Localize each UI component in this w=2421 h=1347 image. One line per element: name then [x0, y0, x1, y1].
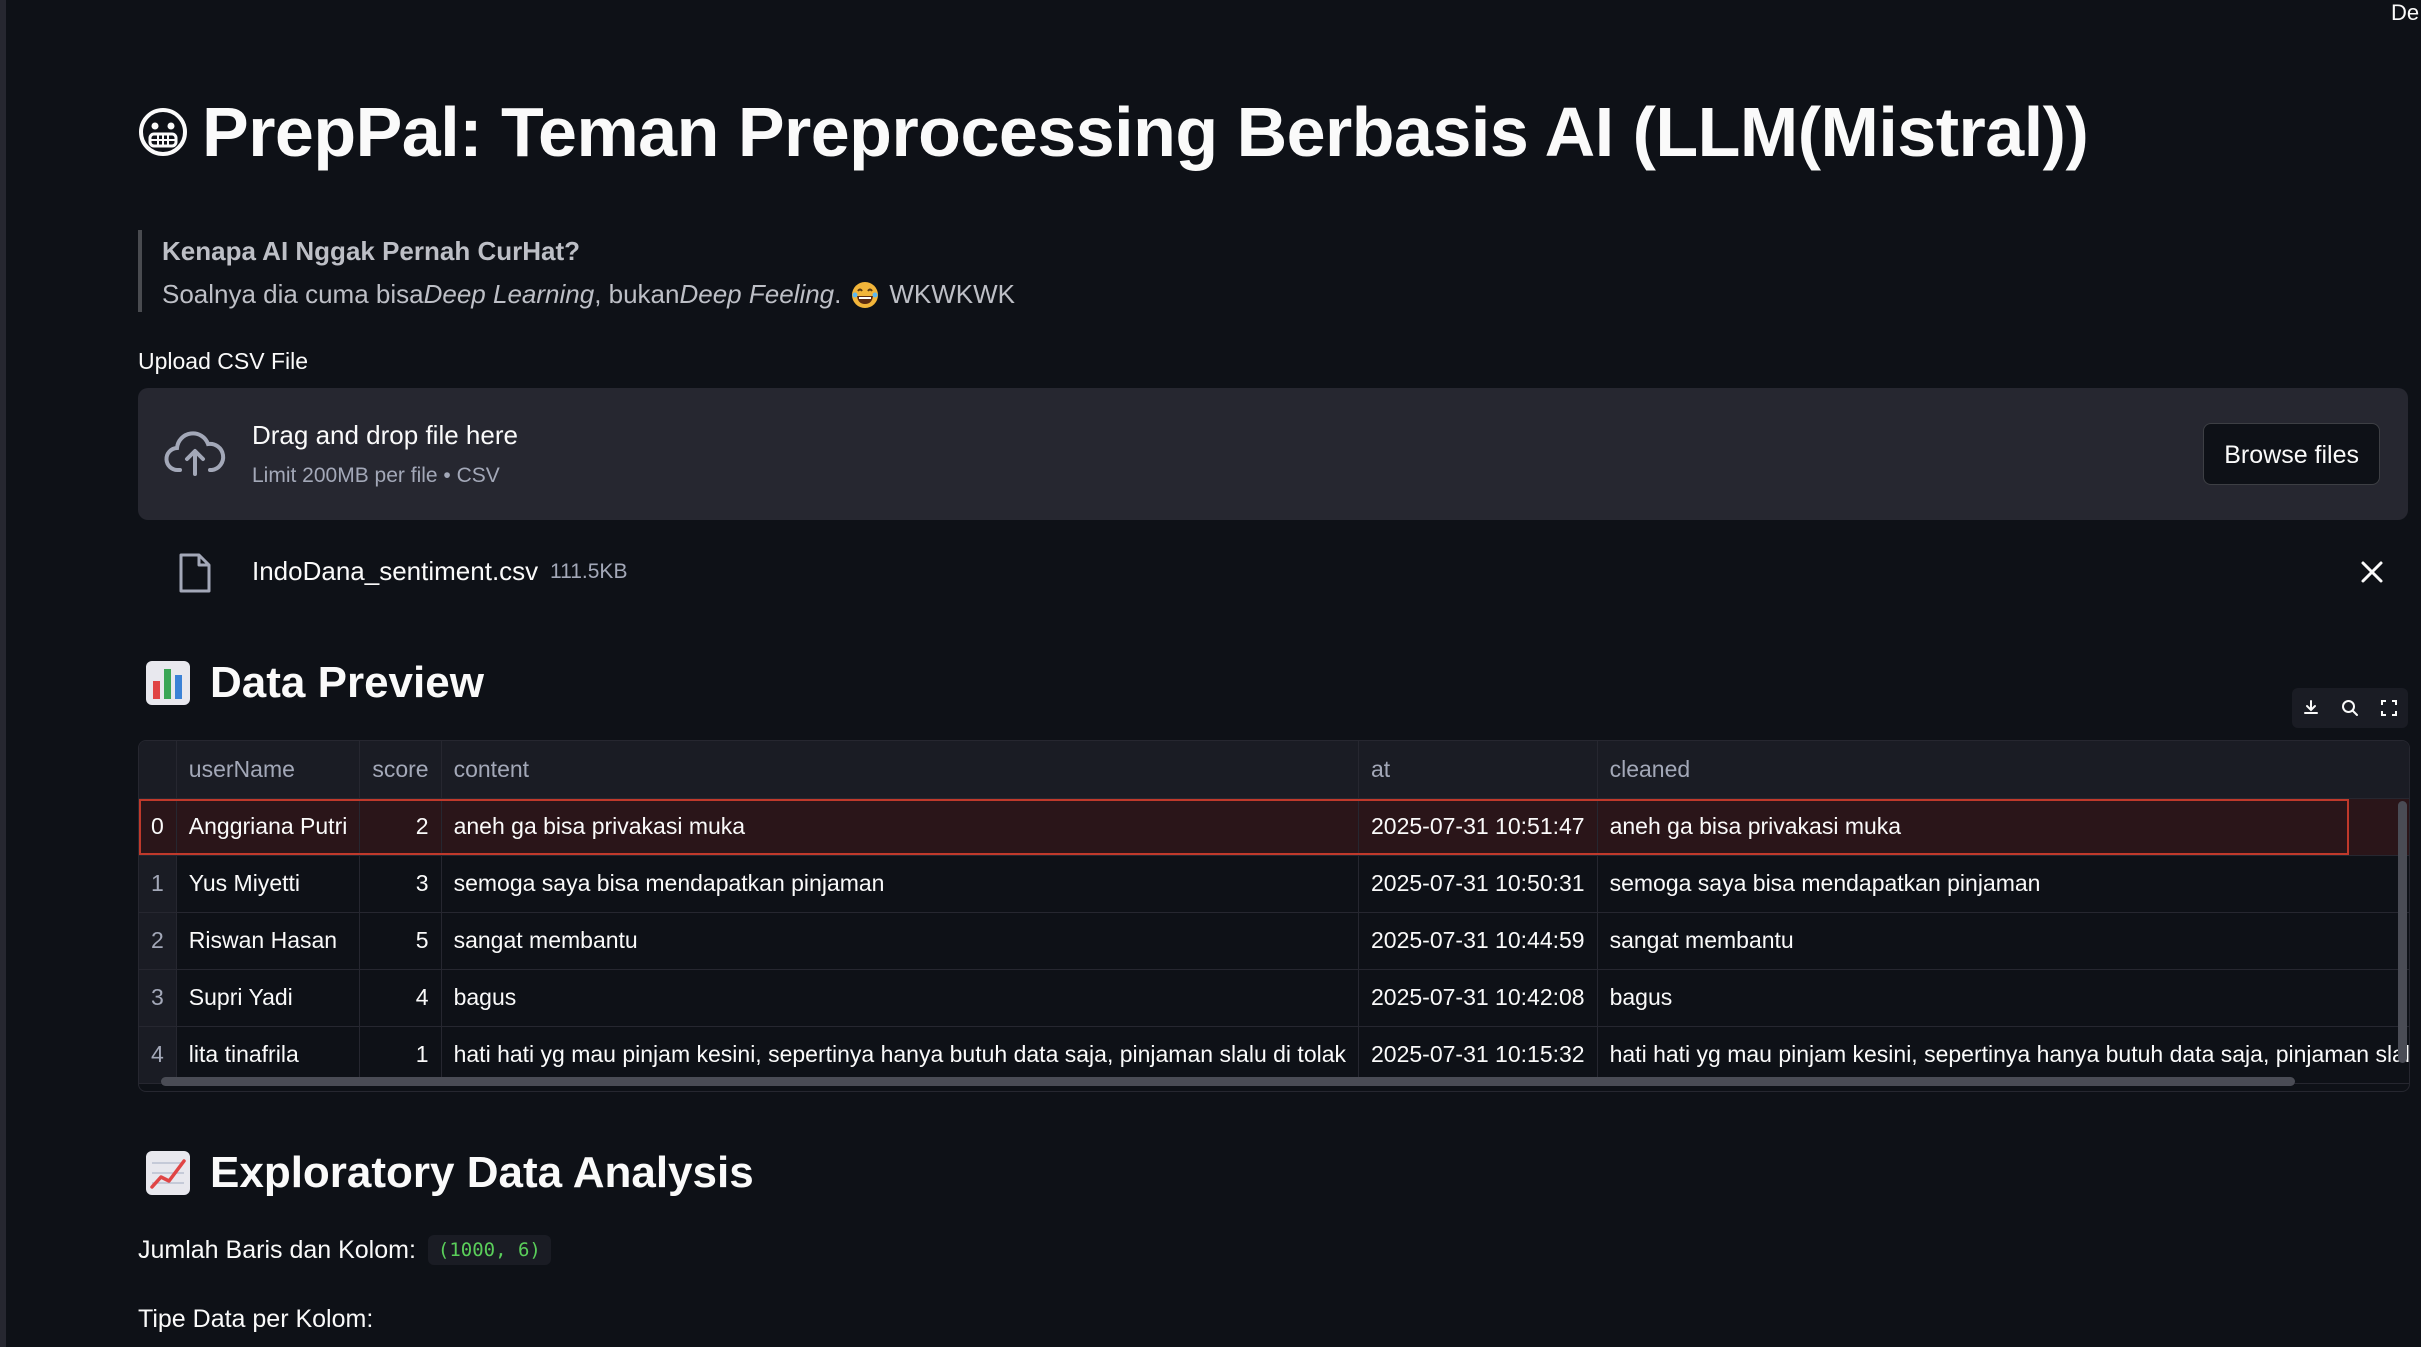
- cell-at[interactable]: 2025-07-31 10:51:47: [1358, 798, 1598, 856]
- row-index: 2: [139, 912, 177, 970]
- page-title: PrepPal: Teman Preprocessing Berbasis AI…: [138, 92, 2089, 172]
- column-header-content[interactable]: content: [441, 741, 1360, 799]
- joke-body-mid: , bukan: [594, 279, 680, 309]
- cell-score[interactable]: 3: [359, 855, 442, 913]
- chart-increasing-icon: [146, 1151, 190, 1195]
- cell-username[interactable]: Riswan Hasan: [176, 912, 361, 970]
- cell-at[interactable]: 2025-07-31 10:50:31: [1358, 855, 1598, 913]
- cell-content[interactable]: aneh ga bisa privakasi muka: [441, 798, 1360, 856]
- shape-value: (1000, 6): [427, 1235, 551, 1265]
- cloud-upload-icon: [164, 431, 226, 476]
- cell-cleaned[interactable]: semoga saya bisa mendapatkan pinjaman: [1597, 855, 2409, 913]
- dropzone-title: Drag and drop file here: [252, 420, 518, 450]
- cell-username[interactable]: lita tinafrila: [176, 1026, 361, 1084]
- cell-content[interactable]: sangat membantu: [441, 912, 1360, 970]
- cell-cleaned[interactable]: aneh ga bisa privakasi muka: [1597, 798, 2409, 856]
- sidebar-edge: [0, 0, 6, 1347]
- joke-body: Soalnya dia cuma bisa Deep Learning , bu…: [162, 279, 1015, 310]
- horizontal-scrollbar[interactable]: [161, 1077, 2295, 1086]
- cell-username[interactable]: Anggriana Putri: [176, 798, 361, 856]
- search-icon[interactable]: [2340, 698, 2360, 718]
- joke-body-suffix: WKWKWK: [889, 279, 1016, 309]
- shape-info: Jumlah Baris dan Kolom: (1000, 6): [138, 1235, 551, 1265]
- deploy-button[interactable]: De: [2391, 0, 2421, 26]
- joke-body-end: .: [834, 279, 842, 309]
- data-preview-heading-text: Data Preview: [210, 658, 484, 707]
- row-index: 1: [139, 855, 177, 913]
- cell-cleaned[interactable]: hati hati yg mau pinjam kesini, sepertin…: [1597, 1026, 2409, 1084]
- browse-files-button[interactable]: Browse files: [2203, 423, 2380, 485]
- joke-emphasis-1: Deep Learning: [423, 279, 595, 309]
- file-dropzone[interactable]: Drag and drop file here Limit 200MB per …: [138, 388, 2408, 520]
- file-icon: [179, 553, 211, 593]
- vertical-scrollbar[interactable]: [2398, 801, 2407, 1063]
- table-row[interactable]: 1 Yus Miyetti 3 semoga saya bisa mendapa…: [139, 855, 2409, 913]
- joke-emphasis-2: Deep Feeling: [679, 279, 835, 309]
- dataframe-toolbar: [2292, 688, 2408, 728]
- row-index: 0: [139, 798, 177, 856]
- table-row[interactable]: 0 Anggriana Putri 2 aneh ga bisa privaka…: [139, 798, 2409, 856]
- cell-username[interactable]: Supri Yadi: [176, 969, 361, 1027]
- uploaded-file-name: IndoDana_sentiment.csv: [252, 556, 539, 586]
- upload-label: Upload CSV File: [138, 348, 309, 374]
- column-header-cleaned-label: cleaned: [1609, 755, 1691, 782]
- shape-label: Jumlah Baris dan Kolom:: [138, 1235, 416, 1264]
- column-header-username[interactable]: userName: [176, 741, 361, 799]
- cell-at[interactable]: 2025-07-31 10:42:08: [1358, 969, 1598, 1027]
- cell-score[interactable]: 2: [359, 798, 442, 856]
- cell-score[interactable]: 5: [359, 912, 442, 970]
- cell-score[interactable]: 1: [359, 1026, 442, 1084]
- cell-content[interactable]: bagus: [441, 969, 1360, 1027]
- dataframe-grid: userName score content at cleaned 0 Angg…: [139, 741, 2409, 1084]
- cell-at[interactable]: 2025-07-31 10:44:59: [1358, 912, 1598, 970]
- column-header-score[interactable]: score: [359, 741, 442, 799]
- download-icon[interactable]: [2301, 698, 2321, 718]
- table-row[interactable]: 2 Riswan Hasan 5 sangat membantu 2025-07…: [139, 912, 2409, 970]
- close-icon[interactable]: [2358, 558, 2386, 586]
- column-header-index[interactable]: [139, 741, 177, 799]
- uploaded-file-size: 111.5KB: [550, 560, 628, 583]
- joke-title: Kenapa AI Nggak Pernah CurHat?: [162, 236, 581, 266]
- column-header-at[interactable]: at: [1358, 741, 1598, 799]
- column-header-cleaned[interactable]: cleaned: [1597, 741, 2409, 799]
- joke-body-prefix: Soalnya dia cuma bisa: [162, 279, 424, 309]
- fullscreen-icon[interactable]: [2379, 698, 2399, 718]
- dropzone-subtitle: Limit 200MB per file • CSV: [252, 464, 500, 487]
- grimacing-face-icon: [139, 108, 187, 156]
- cell-content[interactable]: hati hati yg mau pinjam kesini, sepertin…: [441, 1026, 1360, 1084]
- eda-heading-text: Exploratory Data Analysis: [210, 1148, 754, 1197]
- app-page: De PrepPal: Teman Preprocessing Berbasis…: [0, 0, 2421, 1347]
- cell-cleaned[interactable]: sangat membantu: [1597, 912, 2409, 970]
- data-preview-table[interactable]: userName score content at cleaned 0 Angg…: [138, 740, 2410, 1092]
- eda-heading: Exploratory Data Analysis: [144, 1148, 754, 1198]
- table-row[interactable]: 4 lita tinafrila 1 hati hati yg mau pinj…: [139, 1026, 2409, 1084]
- dtype-label: Tipe Data per Kolom:: [138, 1305, 374, 1333]
- laughing-face-icon: [852, 281, 879, 308]
- joke-blockquote: Kenapa AI Nggak Pernah CurHat? Soalnya d…: [138, 230, 1015, 312]
- bar-chart-icon: [146, 661, 190, 705]
- table-row[interactable]: 3 Supri Yadi 4 bagus 2025-07-31 10:42:08…: [139, 969, 2409, 1027]
- cell-cleaned[interactable]: bagus: [1597, 969, 2409, 1027]
- cell-content[interactable]: semoga saya bisa mendapatkan pinjaman: [441, 855, 1360, 913]
- table-header-row: userName score content at cleaned: [139, 741, 2409, 799]
- page-title-text: PrepPal: Teman Preprocessing Berbasis AI…: [202, 93, 2089, 171]
- data-preview-heading: Data Preview: [144, 658, 484, 708]
- row-index: 4: [139, 1026, 177, 1084]
- cell-score[interactable]: 4: [359, 969, 442, 1027]
- cell-username[interactable]: Yus Miyetti: [176, 855, 361, 913]
- uploaded-file-row: IndoDana_sentiment.csv 111.5KB: [138, 540, 2408, 604]
- cell-at[interactable]: 2025-07-31 10:15:32: [1358, 1026, 1598, 1084]
- row-index: 3: [139, 969, 177, 1027]
